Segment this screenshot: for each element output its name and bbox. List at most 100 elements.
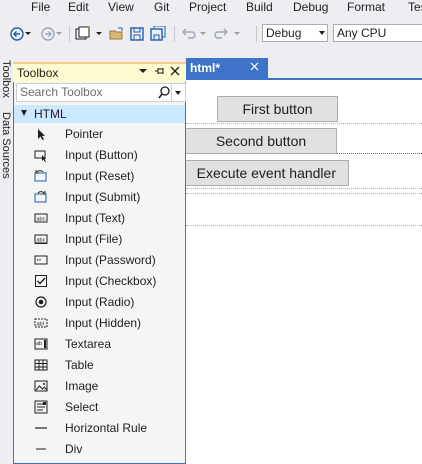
toolbox-title: Toolbox [17, 66, 59, 80]
toolbox-item-label: Input (File) [65, 232, 123, 246]
search-icon[interactable] [158, 86, 170, 103]
solution-configuration-dropdown[interactable]: Debug [262, 24, 328, 42]
undo-button[interactable] [180, 24, 210, 44]
toolbox-item-label: Input (Submit) [65, 190, 141, 204]
first-button[interactable]: First button [217, 96, 338, 122]
search-options-dropdown[interactable] [171, 84, 185, 101]
expand-triangle-icon[interactable] [21, 110, 27, 116]
solution-configuration-value: Debug [266, 26, 302, 40]
svg-text:abl: abl [37, 322, 44, 328]
window-position-button[interactable] [137, 65, 149, 79]
document-tab[interactable]: html* [186, 58, 268, 78]
toolbox-item[interactable]: Image [14, 376, 185, 397]
toolbox-item[interactable]: Input (Radio) [14, 292, 185, 313]
toolbox-item-label: Image [65, 379, 99, 393]
toolbox-item[interactable]: Input (Reset) [14, 166, 185, 187]
menu-project[interactable]: Project [189, 0, 226, 16]
toolbox-item-label: Input (Text) [65, 211, 126, 225]
forward-button[interactable] [40, 24, 64, 44]
input-text-icon: abc [34, 211, 48, 225]
pointer-icon [34, 127, 48, 141]
standard-toolbar: Debug Any CPU [0, 20, 422, 48]
menu-edit[interactable]: Edit [68, 0, 89, 16]
undo-icon [182, 28, 206, 39]
close-icon [170, 66, 180, 76]
open-button[interactable] [108, 24, 126, 44]
divider [186, 193, 422, 194]
toolbox-item[interactable]: abl Input (Hidden) [14, 313, 185, 334]
dropdown-arrow-icon [139, 69, 147, 73]
auto-hide-button[interactable] [153, 65, 165, 79]
toolbox-item-label: Div [65, 442, 83, 456]
toolbox-item[interactable]: ab Textarea [14, 334, 185, 355]
pin-icon [155, 68, 164, 74]
menu-file[interactable]: File [31, 0, 50, 16]
toolbox-category-html[interactable]: HTML [14, 105, 185, 123]
menu-debug[interactable]: Debug [293, 0, 328, 16]
solution-platform-dropdown[interactable]: Any CPU [333, 24, 422, 42]
new-project-icon [75, 26, 102, 40]
redo-button[interactable] [214, 24, 244, 44]
redo-icon [214, 28, 240, 39]
divider [186, 123, 422, 124]
menu-git[interactable]: Git [154, 0, 169, 16]
toolbox-item-label: Select [65, 400, 99, 414]
toolbox-side-tab[interactable]: Toolbox [0, 60, 12, 98]
svg-text:abc: abc [37, 217, 46, 223]
toolbox-item-label: Input (Password) [65, 253, 156, 267]
forward-icon [41, 27, 62, 41]
save-all-icon [150, 26, 166, 41]
input-file-icon: abc [34, 232, 48, 246]
divider [186, 188, 422, 189]
save-icon [130, 27, 144, 41]
search-toolbox-input[interactable] [17, 84, 158, 100]
input-password-icon: ** [34, 253, 48, 267]
tool-window-strip: Toolbox Data Sources [0, 58, 12, 464]
menu-bar: File Edit View Git Project Build Debug F… [0, 0, 422, 20]
svg-text:**: ** [37, 259, 42, 265]
toolbox-item[interactable]: abc Input (File) [14, 229, 185, 250]
select-icon [34, 400, 48, 414]
solution-platform-value: Any CPU [337, 26, 387, 40]
category-label: HTML [34, 107, 67, 121]
toolbox-item[interactable]: Table [14, 355, 185, 376]
toolbox-item[interactable]: Input (Button) [14, 145, 185, 166]
toolbox-item[interactable]: Select [14, 397, 185, 418]
close-tab-icon[interactable] [250, 60, 259, 75]
execute-event-handler-button[interactable]: Execute event handler [186, 160, 349, 186]
open-folder-icon [109, 27, 123, 40]
input-radio-icon [34, 295, 48, 309]
toolbox-item[interactable]: ** Input (Password) [14, 250, 185, 271]
svg-text:abc: abc [37, 238, 46, 244]
svg-text:ab: ab [36, 341, 42, 347]
toolbox-panel: Toolbox HTML Pointer Input (Button) Input … [13, 62, 186, 464]
textarea-icon: ab [34, 337, 48, 351]
back-button[interactable] [9, 24, 33, 44]
input-submit-icon [34, 190, 48, 204]
toolbox-item[interactable]: abc Input (Text) [14, 208, 185, 229]
second-button[interactable]: Second button [186, 128, 337, 154]
html-designer: html* First button Second button Execute… [186, 58, 422, 464]
menu-view[interactable]: View [108, 0, 134, 16]
new-project-button[interactable] [74, 24, 104, 44]
toolbox-item-label: Pointer [65, 127, 104, 141]
toolbox-item[interactable]: Horizontal Rule [14, 418, 185, 439]
menu-format[interactable]: Format [347, 0, 385, 16]
save-button[interactable] [129, 24, 147, 44]
toolbox-item[interactable]: Div [14, 439, 185, 460]
input-reset-icon [34, 169, 48, 183]
chevron-down-icon [175, 91, 181, 95]
save-all-button[interactable] [149, 24, 169, 44]
menu-build[interactable]: Build [246, 0, 273, 16]
toolbox-item[interactable]: Input (Checkbox) [14, 271, 185, 292]
toolbox-item[interactable]: Input (Submit) [14, 187, 185, 208]
toolbox-item[interactable]: Pointer [14, 124, 185, 145]
horizontal-rule-icon [34, 421, 48, 435]
close-toolbox-button[interactable] [169, 65, 181, 79]
document-tab-title: html* [190, 61, 220, 75]
table-icon [34, 358, 48, 372]
data-sources-side-tab[interactable]: Data Sources [0, 112, 12, 179]
input-checkbox-icon [34, 274, 48, 288]
input-hidden-icon: abl [34, 316, 48, 330]
menu-test[interactable]: Tes [408, 0, 422, 16]
